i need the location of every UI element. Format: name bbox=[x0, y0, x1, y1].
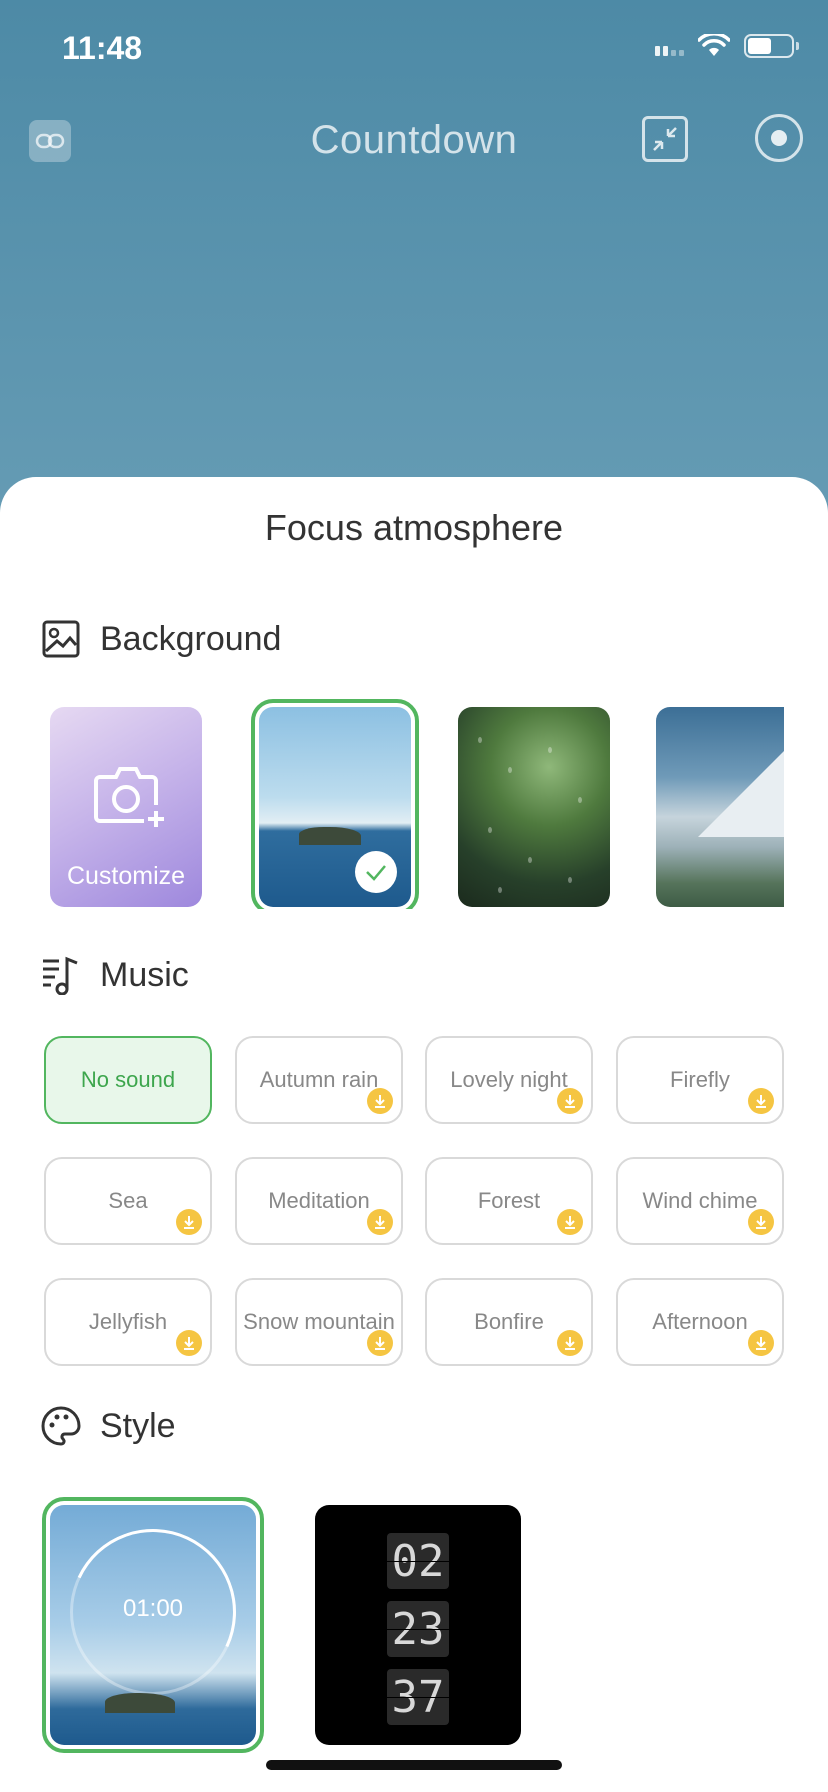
style-section-header: Style bbox=[40, 1405, 176, 1447]
background-section-label: Background bbox=[100, 619, 282, 658]
flip-digit-minutes: 23 bbox=[387, 1601, 449, 1657]
exit-fullscreen-button[interactable] bbox=[642, 116, 688, 162]
cellular-signal-icon bbox=[655, 36, 684, 56]
island-shape bbox=[299, 827, 361, 845]
style-tile-ring-timer[interactable]: 01:00 bbox=[42, 1497, 264, 1753]
music-chip-label: Meditation bbox=[268, 1188, 370, 1213]
background-tile-rain-window[interactable] bbox=[458, 707, 610, 907]
download-icon bbox=[748, 1088, 774, 1114]
status-time: 11:48 bbox=[62, 30, 143, 66]
download-icon bbox=[748, 1209, 774, 1235]
music-section-header: Music bbox=[40, 954, 189, 996]
music-chip-label: Firefly bbox=[670, 1067, 730, 1092]
wifi-icon bbox=[698, 34, 730, 56]
record-icon bbox=[771, 130, 787, 146]
background-tile-snow-mountain[interactable] bbox=[656, 707, 784, 907]
download-icon bbox=[367, 1330, 393, 1356]
music-chip-label: Sea bbox=[108, 1188, 148, 1213]
battery-icon bbox=[744, 34, 799, 58]
sheet-title: Focus atmosphere bbox=[264, 507, 564, 548]
music-chip-forest[interactable]: Forest bbox=[425, 1157, 593, 1245]
download-icon bbox=[557, 1088, 583, 1114]
music-chip-bonfire[interactable]: Bonfire bbox=[425, 1278, 593, 1366]
style-ring-time: 01:00 bbox=[122, 1595, 184, 1622]
background-tile-sea-island[interactable] bbox=[251, 699, 419, 909]
music-list-icon bbox=[40, 954, 82, 996]
status-icons bbox=[655, 34, 799, 58]
music-chip-label: Afternoon bbox=[652, 1309, 748, 1334]
background-carousel[interactable]: Customize bbox=[0, 699, 784, 909]
music-chip-label: Forest bbox=[477, 1188, 541, 1213]
music-chip-label: Wind chime bbox=[642, 1188, 758, 1213]
page-title: Countdown bbox=[310, 118, 518, 162]
background-section-header: Background bbox=[40, 618, 281, 660]
record-button[interactable] bbox=[755, 114, 803, 162]
customize-label: Customize bbox=[66, 862, 186, 890]
palette-icon bbox=[40, 1405, 82, 1447]
music-chip-meditation[interactable]: Meditation bbox=[235, 1157, 403, 1245]
background-customize-tile[interactable]: Customize bbox=[50, 707, 202, 907]
music-chip-no-sound[interactable]: No sound bbox=[44, 1036, 212, 1124]
music-chip-autumn-rain[interactable]: Autumn rain bbox=[235, 1036, 403, 1124]
selected-check-icon bbox=[355, 851, 397, 893]
style-section-label: Style bbox=[100, 1406, 176, 1445]
mountain-peak-shape bbox=[698, 747, 784, 837]
island-shape bbox=[105, 1693, 175, 1713]
top-nav: Countdown bbox=[0, 100, 828, 180]
image-icon bbox=[40, 618, 82, 660]
download-icon bbox=[557, 1209, 583, 1235]
flip-digit-seconds: 37 bbox=[387, 1669, 449, 1725]
music-chip-firefly[interactable]: Firefly bbox=[616, 1036, 784, 1124]
download-icon bbox=[367, 1209, 393, 1235]
style-tile-flip-clock[interactable]: 02 23 37 bbox=[315, 1505, 521, 1745]
download-icon bbox=[176, 1330, 202, 1356]
music-chip-label: Bonfire bbox=[474, 1309, 544, 1334]
music-chip-snow-mountain[interactable]: Snow mountain bbox=[235, 1278, 403, 1366]
music-chip-jellyfish[interactable]: Jellyfish bbox=[44, 1278, 212, 1366]
music-chip-afternoon[interactable]: Afternoon bbox=[616, 1278, 784, 1366]
focus-atmosphere-sheet: Focus atmosphere Background Customize Mu… bbox=[0, 477, 828, 1792]
flip-digit-hours: 02 bbox=[387, 1533, 449, 1589]
music-chip-sea[interactable]: Sea bbox=[44, 1157, 212, 1245]
music-chip-label: Jellyfish bbox=[88, 1309, 168, 1334]
music-chip-label: Lovely night bbox=[450, 1067, 568, 1092]
music-chip-lovely-night[interactable]: Lovely night bbox=[425, 1036, 593, 1124]
exit-fullscreen-icon bbox=[653, 127, 677, 151]
music-chip-label: Autumn rain bbox=[259, 1067, 379, 1092]
music-chip-wind-chime[interactable]: Wind chime bbox=[616, 1157, 784, 1245]
music-section-label: Music bbox=[100, 955, 189, 994]
download-icon bbox=[367, 1088, 393, 1114]
music-chip-label: No sound bbox=[80, 1067, 176, 1092]
status-bar: 11:48 bbox=[0, 0, 828, 100]
home-indicator bbox=[266, 1760, 562, 1770]
style-options: 01:00 02 23 37 bbox=[0, 1487, 828, 1753]
download-icon bbox=[176, 1209, 202, 1235]
download-icon bbox=[557, 1330, 583, 1356]
add-photo-icon bbox=[94, 767, 164, 827]
download-icon bbox=[748, 1330, 774, 1356]
